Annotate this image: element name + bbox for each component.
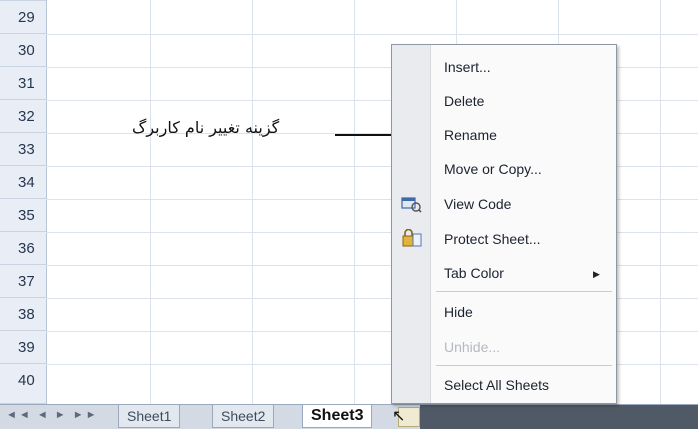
menu-separator: [436, 365, 612, 366]
menu-item-tab-color[interactable]: Tab Color: [444, 263, 504, 283]
row-header[interactable]: 35: [0, 199, 46, 232]
annotation-label: گزینه تغییر نام کاربرگ: [132, 118, 280, 137]
tab-sheet3[interactable]: Sheet3: [302, 405, 373, 428]
menu-item-insert[interactable]: Insert...: [444, 57, 491, 77]
tab-scroll-buttons[interactable]: ◄◄ ◄ ► ►►: [6, 409, 99, 421]
menu-item-unhide: Unhide...: [444, 339, 501, 355]
menu-icon-gutter: [392, 45, 431, 403]
row-gridline: [46, 34, 698, 35]
menu-separator: [436, 291, 612, 292]
column-gridline: [150, 0, 151, 404]
row-header[interactable]: 32: [0, 100, 46, 133]
menu-item-protect-sheet[interactable]: Protect Sheet...: [444, 229, 541, 249]
mouse-cursor-icon: ↖: [392, 408, 406, 425]
row-header[interactable]: 38: [0, 298, 46, 331]
row-header[interactable]: 36: [0, 232, 46, 265]
tab-sheet2[interactable]: Sheet2: [212, 405, 275, 428]
menu-item-move-copy[interactable]: Move or Copy...: [444, 159, 542, 179]
row-header[interactable]: 31: [0, 67, 46, 100]
row-header[interactable]: 37: [0, 265, 46, 298]
menu-item-delete[interactable]: Delete: [444, 91, 484, 111]
row-header[interactable]: 29: [0, 1, 46, 34]
menu-item-view-code[interactable]: View Code: [444, 194, 511, 214]
menu-item-select-all-sheets[interactable]: Select All Sheets: [444, 375, 549, 395]
menu-item-rename[interactable]: Rename: [444, 125, 497, 145]
tab-sheet1[interactable]: Sheet1: [118, 405, 181, 428]
view-code-icon: [401, 197, 422, 213]
row-header[interactable]: 34: [0, 166, 46, 199]
protect-sheet-icon: [402, 229, 422, 247]
menu-item-hide[interactable]: Hide: [444, 302, 473, 322]
horizontal-scroll-area[interactable]: [420, 405, 698, 429]
sheet-context-menu: Insert... Delete Rename Move or Copy... …: [391, 44, 617, 404]
row-header[interactable]: 33: [0, 133, 46, 166]
column-gridline: [354, 0, 355, 404]
row-header[interactable]: 39: [0, 331, 46, 364]
row-header[interactable]: 30: [0, 34, 46, 67]
column-gridline: [252, 0, 253, 404]
row-headers: 29 30 31 32 33 34 35 36 37 38 39 40: [0, 0, 47, 404]
row-header[interactable]: 40: [0, 364, 46, 404]
submenu-arrow-icon: ▶: [593, 269, 600, 279]
column-gridline: [660, 0, 661, 404]
sheet-tab-bar: ◄◄ ◄ ► ►► Sheet1 Sheet2 Sheet3: [0, 404, 698, 429]
